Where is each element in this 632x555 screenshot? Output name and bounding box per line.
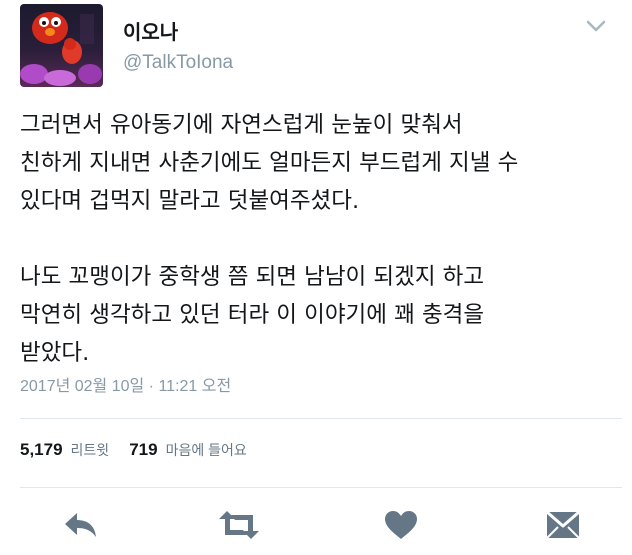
- reply-icon: [65, 513, 96, 537]
- like-count-label: 마음에 들어요: [165, 442, 247, 458]
- like-count[interactable]: 719 마음에 들어요: [129, 440, 267, 460]
- avatar[interactable]: [20, 4, 103, 87]
- retweet-icon: [219, 511, 259, 539]
- message-button[interactable]: [538, 505, 588, 545]
- chevron-down-icon[interactable]: [584, 16, 608, 36]
- tweet-line: 친하게 지내면 사춘기에도 얼마든지 부드럽게 지낼 수: [20, 150, 519, 176]
- retweet-count-value: 5,179: [20, 440, 63, 459]
- avatar-image: [20, 12, 102, 86]
- divider: [20, 418, 622, 419]
- tweet-header: 이오나 @TalkToIona: [20, 4, 612, 88]
- tweet-text: 그러면서 유아동기에 자연스럽게 눈높이 맞춰서 친하게 지내면 사춘기에도 얼…: [20, 106, 620, 372]
- like-button[interactable]: [376, 505, 426, 545]
- envelope-icon: [546, 511, 580, 539]
- retweet-count[interactable]: 5,179 리트윗: [20, 440, 129, 460]
- tweet-line: 받았다.: [20, 340, 90, 366]
- heart-icon: [385, 511, 417, 539]
- reply-button[interactable]: [56, 505, 106, 545]
- tweet-line: 그러면서 유아동기에 자연스럽게 눈높이 맞춰서: [20, 112, 463, 138]
- tweet-line: 있다며 겁먹지 말라고 덧붙여주셨다.: [20, 188, 360, 214]
- retweet-button[interactable]: [214, 505, 264, 545]
- tweet-line: 나도 꼬맹이가 중학생 쯤 되면 남남이 되겠지 하고: [20, 264, 485, 290]
- tweet-line: [20, 220, 620, 258]
- tweet-stats: 5,179 리트윗 719 마음에 들어요: [20, 440, 267, 460]
- user-handle[interactable]: @TalkToIona: [123, 52, 233, 74]
- tweet-actions: [0, 505, 632, 549]
- retweet-count-label: 리트윗: [70, 442, 110, 458]
- like-count-value: 719: [129, 440, 158, 459]
- display-name[interactable]: 이오나: [123, 16, 178, 45]
- divider: [20, 487, 622, 488]
- tweet-timestamp[interactable]: 2017년 02월 10일 · 11:21 오전: [20, 372, 231, 396]
- tweet-line: 막연히 생각하고 있던 터라 이 이야기에 꽤 충격을: [20, 302, 485, 328]
